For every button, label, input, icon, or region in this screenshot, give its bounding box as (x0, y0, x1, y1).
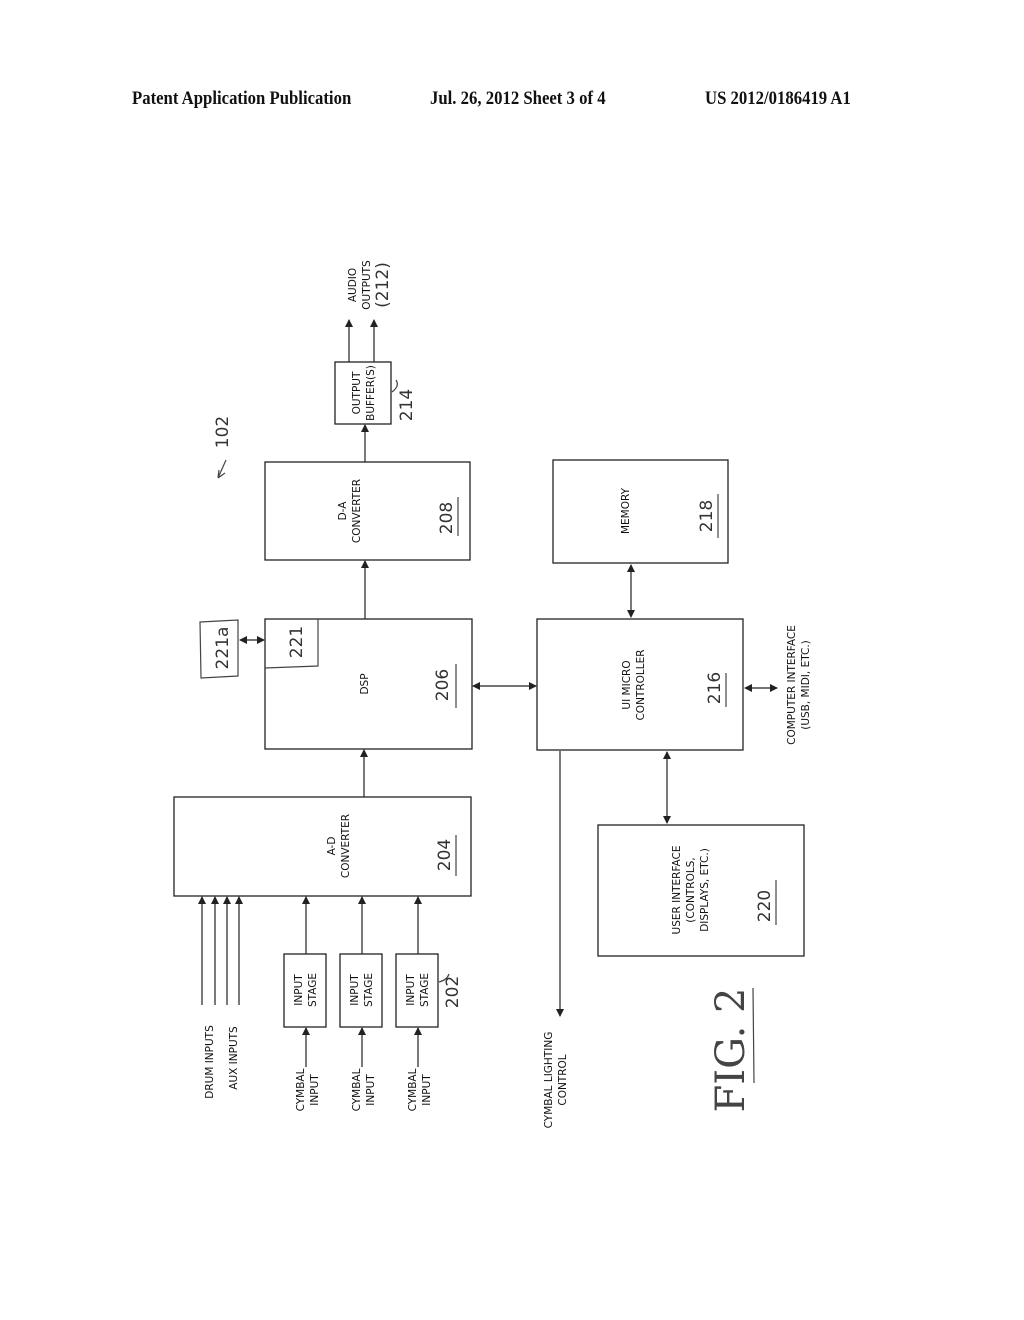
user-interface-label-1: USER INTERFACE (671, 846, 683, 935)
computer-interface-label-2: (USB, MIDI, ETC.) (800, 640, 812, 730)
input-stage-3-label-2: STAGE (419, 973, 431, 1007)
input-stage-3: INPUT STAGE 202 (395, 953, 463, 1028)
ref-arrow-icon (217, 459, 227, 479)
audio-outputs-label-2: OUTPUTS (361, 260, 373, 310)
computer-interface-label-1: COMPUTER INTERFACE (786, 625, 798, 745)
audio-outputs-ref: (212) (373, 262, 393, 308)
ui-micro-label-2: CONTROLLER (635, 649, 647, 720)
cymbal-lighting-label-2: CONTROL (557, 1054, 569, 1105)
input-stage-3-label-1: INPUT (405, 974, 417, 1006)
da-converter-label-1: D-A (337, 501, 349, 521)
input-stage-2: INPUT STAGE (339, 953, 383, 1028)
input-stage-2-label-2: STAGE (363, 973, 375, 1007)
cymbal-lighting-label-1: CYMBAL LIGHTING (543, 1032, 555, 1129)
figure-ref-102: 102 (213, 416, 233, 448)
ext-block-221a: 221a (199, 619, 239, 679)
output-buffer-label-1: OUTPUT (351, 371, 363, 414)
input-stage-2-label-1: INPUT (349, 974, 361, 1006)
figure-label: FIG. 2 (708, 988, 754, 1113)
cymbal-input-2-label-1: CYMBAL (351, 1068, 363, 1111)
input-stage-1-label-1: INPUT (293, 974, 305, 1006)
dsp-ref: 206 (433, 669, 453, 701)
drum-inputs-label: DRUM INPUTS (204, 1025, 216, 1099)
cymbal-input-2-label-2: INPUT (365, 1074, 377, 1106)
user-interface-block: USER INTERFACE (CONTROLS, DISPLAYS, ETC.… (597, 824, 805, 957)
output-buffer-ref: 214 (397, 389, 417, 421)
ui-micro-label-1: UI MICRO (621, 660, 633, 709)
ad-converter-label-2: CONVERTER (340, 814, 352, 878)
output-buffer-block: OUTPUT BUFFER(S) 214 (334, 361, 417, 425)
ad-converter-block: A-D CONVERTER 204 (173, 796, 472, 897)
input-stage-1: INPUT STAGE (283, 953, 327, 1028)
cymbal-input-3-label-2: INPUT (421, 1074, 433, 1106)
ad-converter-ref: 204 (435, 839, 455, 871)
output-buffer-label-2: BUFFER(S) (365, 365, 377, 421)
audio-outputs-label-1: AUDIO (347, 268, 359, 302)
memory-block: MEMORY 218 (552, 459, 729, 564)
da-converter-label-2: CONVERTER (351, 479, 363, 543)
user-interface-label-3: DISPLAYS, ETC.) (699, 848, 711, 932)
ext-block-ref: 221a (213, 627, 233, 670)
ui-micro-controller-block: UI MICRO CONTROLLER 216 (536, 618, 744, 751)
da-converter-ref: 208 (437, 502, 457, 534)
user-interface-ref: 220 (755, 890, 775, 922)
memory-ref: 218 (697, 500, 717, 532)
input-stage-1-label-2: STAGE (307, 973, 319, 1007)
memory-label: MEMORY (620, 487, 632, 534)
dsp-block: DSP 206 221 (264, 618, 473, 750)
user-interface-label-2: (CONTROLS, (685, 857, 697, 922)
cymbal-input-3-label-1: CYMBAL (407, 1068, 419, 1111)
input-stage-ref: 202 (443, 976, 463, 1008)
da-converter-block: D-A CONVERTER 208 (264, 461, 471, 561)
ui-micro-ref: 216 (705, 672, 725, 704)
dsp-label: DSP (359, 673, 371, 694)
cymbal-input-1-label-1: CYMBAL (295, 1068, 307, 1111)
dsp-sub-ref: 221 (287, 626, 307, 658)
ad-converter-label-1: A-D (326, 837, 338, 856)
block-diagram: OUTPUT BUFFER(S) 214 AUDIO OUTPUTS (212)… (173, 260, 812, 1129)
aux-inputs-label: AUX INPUTS (228, 1026, 240, 1090)
cymbal-input-1-label-2: INPUT (309, 1074, 321, 1106)
